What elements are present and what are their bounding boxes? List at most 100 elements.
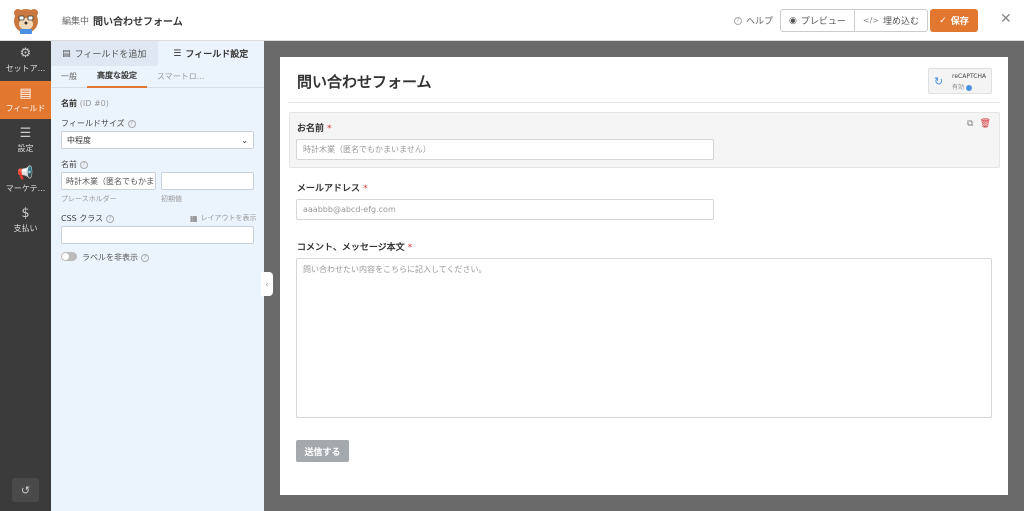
grid-icon: ▦ <box>190 213 198 223</box>
question-icon[interactable]: ? <box>106 214 115 223</box>
tab-label: フィールドを追加 <box>74 50 147 60</box>
rail-item-settings[interactable]: ☰ 設定 <box>0 121 51 159</box>
top-bar: 編集中 問い合わせフォーム ? ヘルプ ◉ プレビュー </> 埋め込む ✓ 保… <box>0 0 1024 41</box>
trash-icon[interactable]: 🗑 <box>979 119 990 129</box>
save-button[interactable]: ✓ 保存 <box>930 9 978 32</box>
eye-icon: ◉ <box>789 15 797 26</box>
field-section-title: 名前 (ID #0) <box>61 98 109 109</box>
preview-label: プレビュー <box>800 17 846 27</box>
field-label-text: お名前 <box>297 124 325 134</box>
help-label: ヘルプ <box>746 17 774 27</box>
placeholder-hint: プレースホルダー <box>61 195 117 203</box>
show-layouts-link[interactable]: ▦ レイアウトを表示 <box>190 213 257 223</box>
recaptcha-status-text: 有効 <box>952 84 965 91</box>
rail-item-marketing[interactable]: 📢 マーケテ... <box>0 161 51 199</box>
megaphone-icon: 📢 <box>17 165 34 181</box>
required-marker: * <box>407 243 413 253</box>
wpforms-logo[interactable] <box>0 0 51 41</box>
tab-label: フィールド設定 <box>185 50 249 60</box>
default-value-input[interactable] <box>161 172 254 190</box>
recaptcha-icon: ↻ <box>934 75 944 88</box>
hide-label-text-span: ラベルを非表示 <box>82 253 138 262</box>
field-label-text: メールアドレス <box>297 184 361 194</box>
field-label-text: コメント、メッセージ本文 <box>297 243 405 253</box>
check-badge-icon <box>966 84 973 91</box>
subtab-advanced[interactable]: 高度な設定 <box>87 66 147 88</box>
rail-item-setup[interactable]: ⚙ セットア... <box>0 41 51 79</box>
css-class-label: CSS クラス? <box>61 213 115 224</box>
field-size-label-text: フィールドサイズ <box>61 119 125 128</box>
email-input[interactable]: aaabbb@abcd-efg.com <box>296 199 714 220</box>
chevron-down-icon: ⌄ <box>241 135 248 145</box>
field-actions: ⧉ 🗑 <box>967 119 991 129</box>
show-layouts-label: レイアウトを表示 <box>200 214 257 222</box>
placeholder-input[interactable]: 時計木業（匿名でもかま <box>61 172 156 190</box>
bear-mascot-icon <box>13 8 38 34</box>
hide-label-text: ラベルを非表示? <box>82 252 149 263</box>
question-icon[interactable]: ? <box>141 253 149 262</box>
submit-button[interactable]: 送信する <box>296 440 349 462</box>
question-icon: ? <box>734 16 742 25</box>
embed-button[interactable]: </> 埋め込む <box>853 10 927 31</box>
revisions-button[interactable]: ↺ <box>12 478 39 502</box>
subtab-general[interactable]: 一般 <box>51 66 87 88</box>
duplicate-icon[interactable]: ⧉ <box>967 119 973 129</box>
field-size-label: フィールドサイズ? <box>61 118 136 129</box>
sliders-icon: ☰ <box>173 48 182 59</box>
hide-label-toggle[interactable] <box>61 252 77 261</box>
rail-item-label: マーケテ... <box>5 183 46 193</box>
rail-item-label: 支払い <box>13 223 38 233</box>
left-rail: ⚙ セットア... ▤ フィールド ☰ 設定 📢 マーケテ... $ 支払い ↺ <box>0 41 51 511</box>
field-label-email: メールアドレス * <box>297 181 368 194</box>
field-size-select[interactable]: 中程度 ⌄ <box>61 131 254 149</box>
name-input[interactable]: 時計木業（匿名でもかまいません） <box>296 139 714 160</box>
css-class-input[interactable] <box>61 226 254 244</box>
section-id-text: (ID #0) <box>79 99 109 108</box>
required-marker: * <box>327 124 332 134</box>
tab-field-options[interactable]: ☰ フィールド設定 <box>157 41 264 66</box>
help-link[interactable]: ? ヘルプ <box>731 14 773 27</box>
tab-add-fields[interactable]: ▤ フィールドを追加 <box>51 41 158 66</box>
rail-item-label: フィールド <box>5 103 46 113</box>
form-title: 問い合わせフォーム <box>297 73 432 91</box>
fields-icon: ▤ <box>19 85 32 101</box>
code-icon: </> <box>862 16 879 25</box>
recaptcha-title: reCAPTCHA <box>952 73 987 80</box>
chevron-left-icon: ‹ <box>265 279 269 289</box>
name-label-text: 名前 <box>61 160 77 169</box>
gear-icon: ⚙ <box>19 45 32 61</box>
rail-item-fields[interactable]: ▤ フィールド <box>0 81 51 119</box>
question-icon[interactable]: ? <box>127 119 136 128</box>
history-icon: ↺ <box>20 483 31 497</box>
editing-form-name: 問い合わせフォーム <box>93 17 183 28</box>
form-title-divider <box>289 102 999 103</box>
field-size-value: 中程度 <box>67 135 91 145</box>
recaptcha-badge: ↻ reCAPTCHA 有効 <box>928 68 992 94</box>
preview-embed-group: ◉ プレビュー </> 埋め込む <box>780 9 928 32</box>
dollar-icon: $ <box>21 205 30 221</box>
sliders-icon: ☰ <box>19 125 32 141</box>
rail-item-label: セットア... <box>5 63 46 73</box>
section-title-text: 名前 <box>61 99 77 108</box>
rail-item-label: 設定 <box>17 143 34 153</box>
field-label-message: コメント、メッセージ本文 * <box>297 240 412 253</box>
checkmark-icon: ✓ <box>939 15 947 26</box>
question-icon[interactable]: ? <box>80 160 88 169</box>
collapse-panel-handle[interactable]: ‹ <box>261 272 273 296</box>
field-options-panel: ▤ フィールドを追加 ☰ フィールド設定 一般 高度な設定 スマートロ... 名… <box>51 41 264 511</box>
css-class-label-text: CSS クラス <box>61 214 104 223</box>
field-option-subtabs: 一般 高度な設定 スマートロ... <box>51 66 264 88</box>
rail-item-payments[interactable]: $ 支払い <box>0 201 51 239</box>
panel-tabs: ▤ フィールドを追加 ☰ フィールド設定 <box>51 41 264 66</box>
save-label: 保存 <box>950 17 969 27</box>
editing-label: 編集中 <box>62 17 90 27</box>
subtab-smart-logic[interactable]: スマートロ... <box>147 66 214 88</box>
preview-button[interactable]: ◉ プレビュー <box>781 10 854 31</box>
close-icon[interactable]: ✕ <box>1000 11 1012 27</box>
field-label-name: お名前 * <box>297 121 332 134</box>
recaptcha-status: 有効 <box>952 82 973 91</box>
embed-label: 埋め込む <box>882 17 919 27</box>
required-marker: * <box>363 184 368 194</box>
default-value-hint: 初期値 <box>161 195 182 203</box>
message-textarea[interactable]: 問い合わせたい内容をこちらに記入してください。 <box>296 258 992 418</box>
